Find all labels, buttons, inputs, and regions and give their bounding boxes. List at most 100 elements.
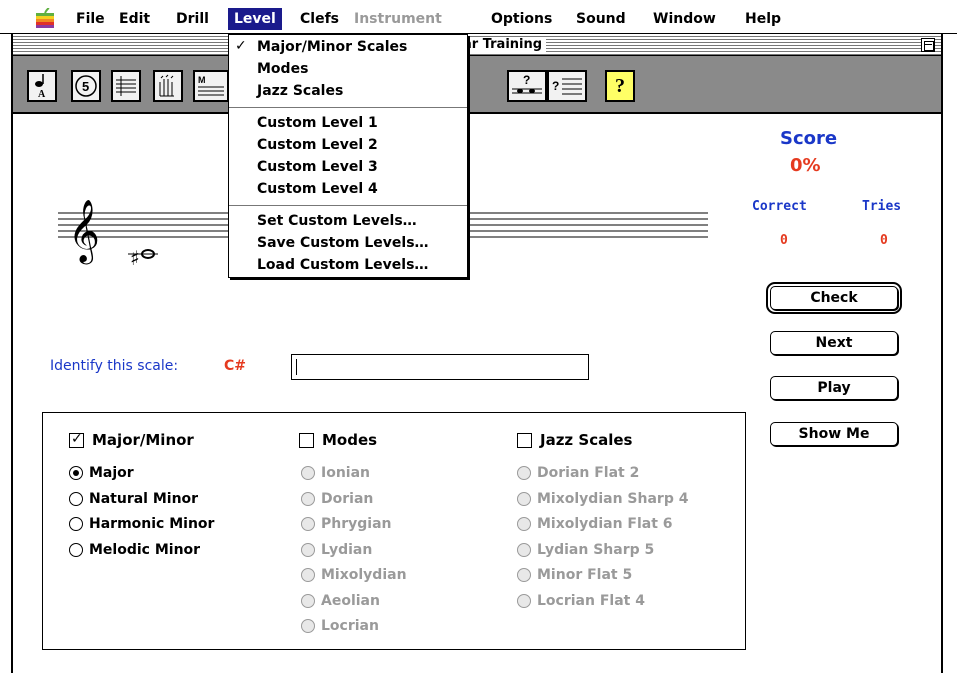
radio-icon: [517, 466, 531, 480]
menu-item-jazz-scales[interactable]: Jazz Scales: [257, 81, 343, 102]
menu-sound[interactable]: Sound: [570, 8, 632, 30]
radio-icon: [301, 619, 315, 633]
menu-edit[interactable]: Edit: [113, 8, 156, 30]
identify-note: C#: [224, 358, 247, 374]
checkbox-icon: [299, 432, 314, 448]
window-title: ar Training: [459, 37, 547, 53]
radio-icon: [517, 543, 531, 557]
major-minor-checkbox[interactable]: Major/Minor: [69, 431, 194, 449]
svg-text:?: ?: [523, 73, 530, 87]
play-button[interactable]: Play: [770, 376, 898, 400]
radio-label: Aeolian: [321, 593, 380, 609]
menu-window[interactable]: Window: [647, 8, 722, 30]
radio-melodic-minor[interactable]: Melodic Minor: [69, 542, 200, 558]
sharp-icon: ♯: [130, 246, 140, 270]
answer-field[interactable]: [291, 354, 589, 380]
window-title-bar[interactable]: ar Training: [13, 34, 941, 56]
question-chord-icon[interactable]: ?: [547, 70, 587, 102]
radio-label: Mixolydian Flat 6: [537, 516, 673, 532]
menu-help[interactable]: Help: [739, 8, 787, 30]
chord-staff-icon[interactable]: [111, 70, 141, 102]
radio-dorian: Dorian: [301, 491, 373, 507]
scale-staff-icon[interactable]: M: [193, 70, 229, 102]
jazz-scales-checkbox[interactable]: Jazz Scales: [517, 431, 632, 449]
menu-item-major-minor-scales[interactable]: Major/Minor Scales: [257, 37, 407, 58]
jazz-scales-label: Jazz Scales: [540, 431, 633, 449]
score-title: Score: [780, 128, 838, 149]
radio-aeolian: Aeolian: [301, 593, 380, 609]
menu-file[interactable]: File: [70, 8, 111, 30]
radio-label: Lydian: [321, 542, 373, 558]
radio-phrygian: Phrygian: [301, 516, 392, 532]
note-a-icon[interactable]: A: [27, 70, 57, 102]
menu-options[interactable]: Options: [485, 8, 558, 30]
radio-icon: [69, 492, 83, 506]
menu-drill[interactable]: Drill: [170, 8, 215, 30]
check-button[interactable]: Check: [766, 282, 902, 314]
radio-label: Mixolydian: [321, 567, 407, 583]
show-me-button[interactable]: Show Me: [770, 422, 898, 446]
menu-item-custom-level-2[interactable]: Custom Level 2: [257, 135, 378, 156]
radio-minor-flat-5: Minor Flat 5: [517, 567, 632, 583]
next-button[interactable]: Next: [770, 331, 898, 355]
apple-menu-icon[interactable]: [36, 8, 54, 28]
radio-locrian: Locrian: [301, 618, 379, 634]
menu-item-custom-level-1[interactable]: Custom Level 1: [257, 113, 378, 134]
radio-label: Natural Minor: [89, 491, 199, 507]
radio-mixolydian-flat-6: Mixolydian Flat 6: [517, 516, 673, 532]
question-staff-icon[interactable]: ?: [507, 70, 547, 102]
radio-label: Mixolydian Sharp 4: [537, 491, 689, 507]
radio-natural-minor[interactable]: Natural Minor: [69, 491, 198, 507]
radio-icon: [301, 568, 315, 582]
text-caret: [296, 359, 297, 375]
radio-icon: [517, 517, 531, 531]
checkmark-icon: ✓: [235, 38, 247, 54]
modes-label: Modes: [322, 431, 378, 449]
modes-checkbox[interactable]: Modes: [299, 431, 377, 449]
menu-item-set-custom-levels[interactable]: Set Custom Levels…: [257, 211, 417, 232]
menu-separator: [229, 107, 467, 108]
radio-label: Locrian Flat 4: [537, 593, 645, 609]
radio-label: Dorian: [321, 491, 374, 507]
checkbox-icon: [517, 432, 532, 448]
radio-harmonic-minor[interactable]: Harmonic Minor: [69, 516, 214, 532]
menu-item-modes[interactable]: Modes: [257, 59, 308, 80]
radio-label: Minor Flat 5: [537, 567, 633, 583]
menu-item-custom-level-3[interactable]: Custom Level 3: [257, 157, 378, 178]
radio-icon: [69, 466, 83, 480]
radio-label: Dorian Flat 2: [537, 465, 640, 481]
radio-label: Lydian Sharp 5: [537, 542, 655, 558]
menu-level[interactable]: Level: [228, 8, 282, 30]
menu-bar: File Edit Drill Level Clefs Instrument O…: [0, 0, 957, 34]
menu-item-load-custom-levels[interactable]: Load Custom Levels…: [257, 255, 428, 276]
checkbox-icon: [69, 431, 84, 448]
radio-label: Melodic Minor: [89, 542, 201, 558]
radio-icon: [69, 517, 83, 531]
major-minor-label: Major/Minor: [92, 431, 194, 449]
help-icon[interactable]: ?: [605, 70, 635, 102]
identify-label: Identify this scale:: [50, 358, 179, 374]
radio-major[interactable]: Major: [69, 465, 134, 481]
radio-mixolydian-sharp-4: Mixolydian Sharp 4: [517, 491, 688, 507]
menu-item-save-custom-levels[interactable]: Save Custom Levels…: [257, 233, 429, 254]
radio-icon: [301, 517, 315, 531]
radio-ionian: Ionian: [301, 465, 370, 481]
radio-icon: [301, 492, 315, 506]
interval-5-icon[interactable]: 5: [71, 70, 101, 102]
radio-dorian-flat-2: Dorian Flat 2: [517, 465, 639, 481]
menu-clefs[interactable]: Clefs: [294, 8, 345, 30]
tries-count: 0: [880, 233, 888, 248]
menu-item-custom-level-4[interactable]: Custom Level 4: [257, 179, 378, 200]
radio-label: Phrygian: [321, 516, 392, 532]
radio-icon: [301, 543, 315, 557]
tries-label: Tries: [862, 199, 902, 214]
zoom-box-icon[interactable]: [921, 38, 935, 52]
radio-mixolydian: Mixolydian: [301, 567, 407, 583]
radio-locrian-flat-4: Locrian Flat 4: [517, 593, 645, 609]
radio-icon: [517, 492, 531, 506]
radio-lydian-sharp-5: Lydian Sharp 5: [517, 542, 654, 558]
hand-rhythm-icon[interactable]: [153, 70, 183, 102]
radio-label: Harmonic Minor: [89, 516, 215, 532]
level-dropdown-menu: ✓ Major/Minor Scales Modes Jazz Scales C…: [228, 34, 468, 278]
scale-options-box: Major/Minor Modes Jazz Scales Major Natu…: [42, 412, 746, 650]
